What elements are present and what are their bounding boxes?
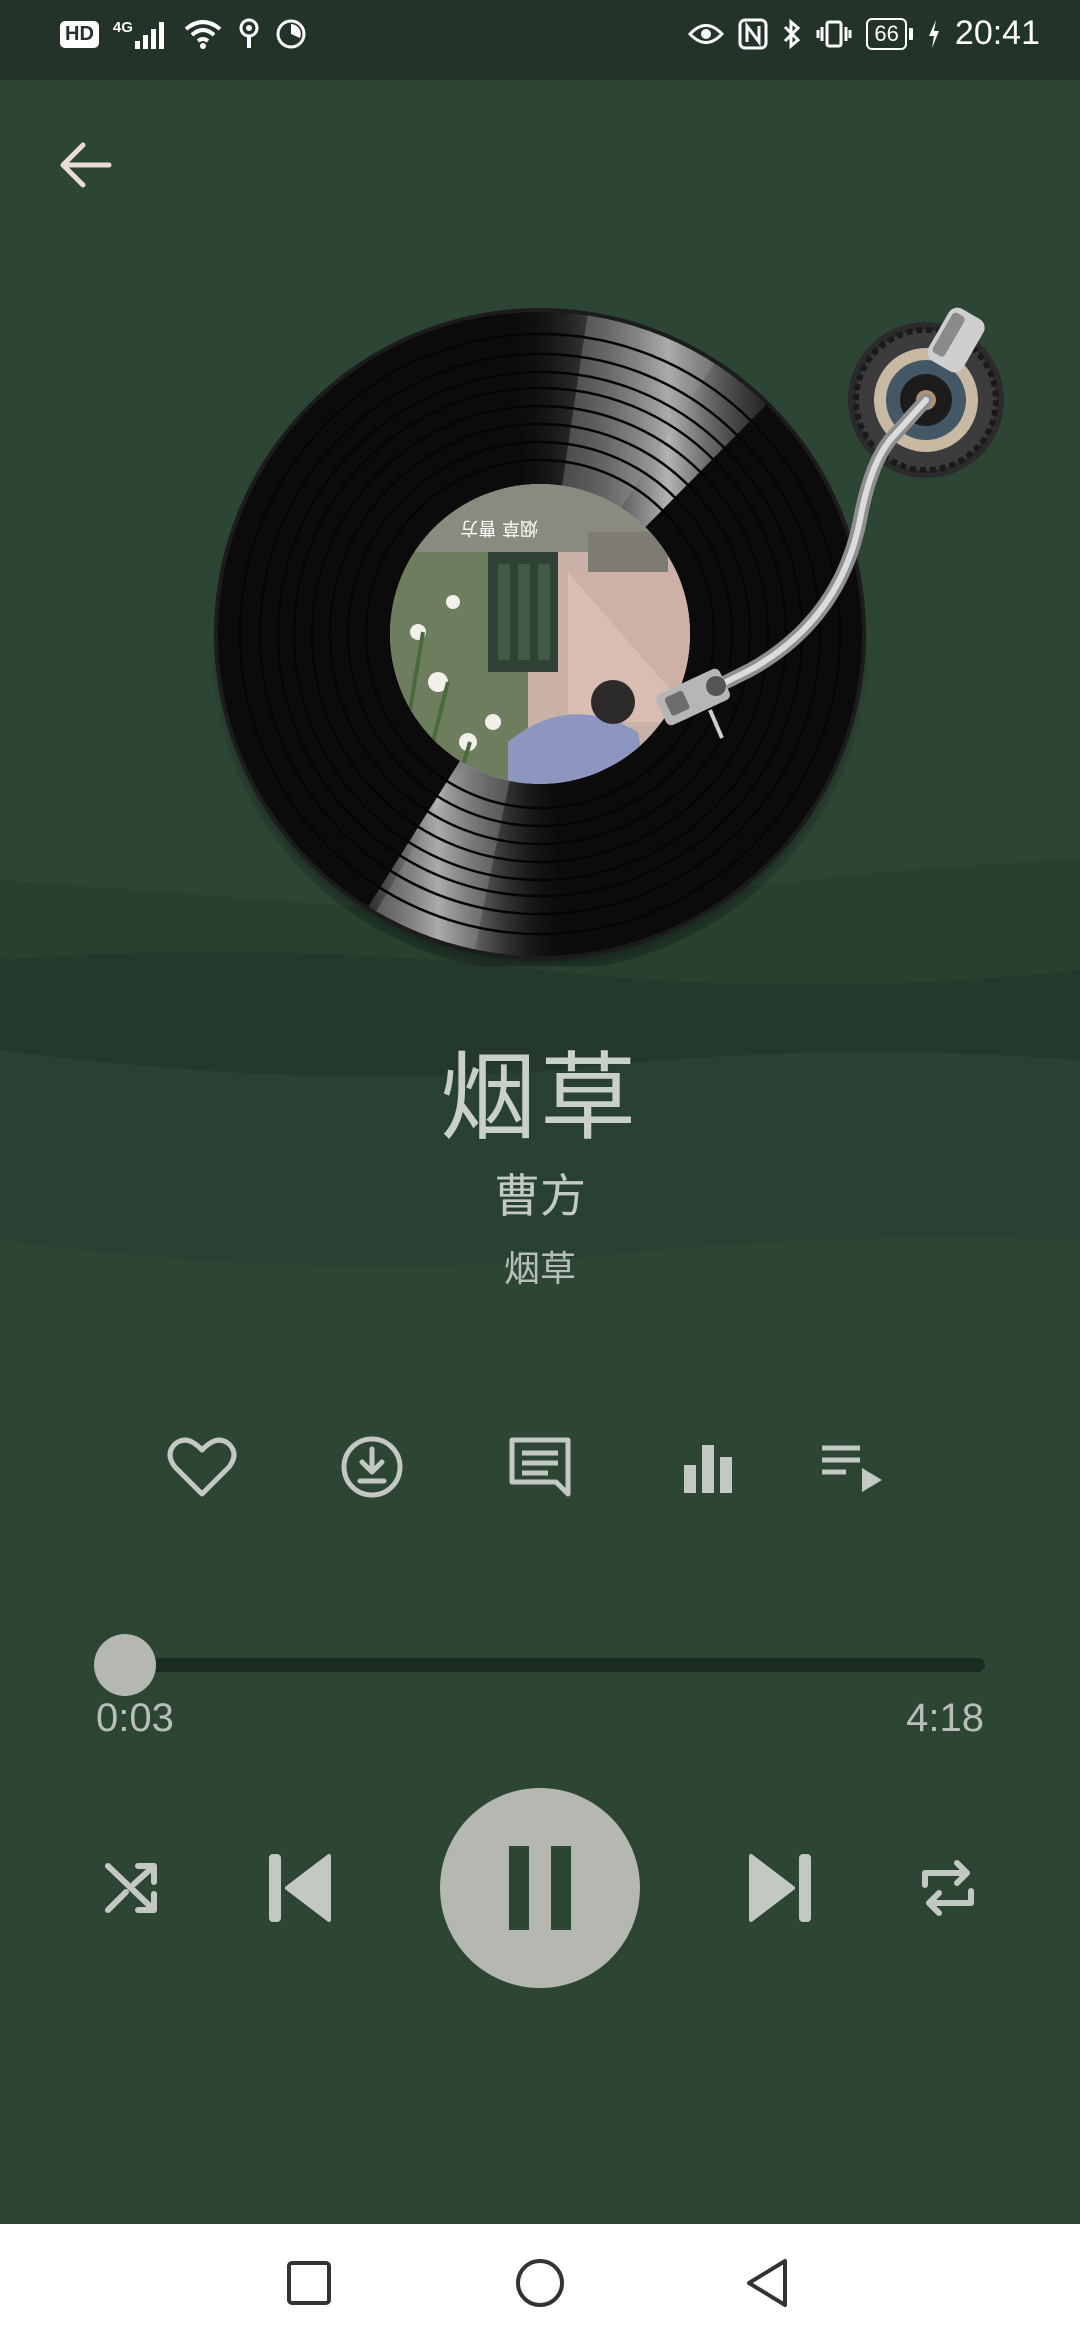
album-cover-text: 烟草 曹方 <box>460 517 538 538</box>
circle-icon <box>516 2259 564 2307</box>
repeat-button[interactable] <box>908 1852 988 1924</box>
wifi-icon <box>184 20 222 49</box>
progress-thumb[interactable] <box>94 1634 157 1696</box>
triangle-back-icon <box>747 2259 787 2307</box>
nfc-icon <box>738 18 768 49</box>
signal-icon: 4G <box>113 19 169 49</box>
nfc-hotspot-icon <box>239 18 259 48</box>
equalizer-button[interactable] <box>668 1432 748 1502</box>
download-icon <box>341 1436 403 1498</box>
song-title: 烟草 <box>440 1042 640 1154</box>
arrow-left-icon <box>60 142 112 188</box>
shuffle-button[interactable] <box>92 1852 172 1924</box>
like-button[interactable] <box>162 1432 242 1502</box>
battery-level: 66 <box>866 17 907 50</box>
back-button[interactable] <box>50 130 120 200</box>
download-button[interactable] <box>332 1432 412 1502</box>
pause-icon <box>509 1846 571 1930</box>
music-player-screen: HD 4G 66 20:41 烟草 曹方 烟草 曹方 烟草 0:03 4:18 <box>0 0 1080 2340</box>
comment-icon <box>509 1437 571 1497</box>
skip-previous-icon <box>269 1854 331 1922</box>
playlist-icon <box>822 1445 882 1492</box>
eye-icon <box>688 23 725 44</box>
next-button[interactable] <box>736 1846 826 1930</box>
network-type-label: 4G <box>112 19 133 36</box>
battery-indicator: 66 <box>866 17 913 50</box>
vibrate-icon <box>816 20 852 47</box>
timer-icon <box>276 19 306 49</box>
home-button[interactable] <box>505 2248 575 2318</box>
pause-button[interactable] <box>440 1788 640 1988</box>
skip-next-icon <box>749 1854 811 1922</box>
status-bar: HD 4G 66 20:41 <box>0 0 1080 80</box>
current-time: 0:03 <box>96 1696 174 1740</box>
status-bar-left: HD 4G <box>60 18 307 50</box>
square-icon <box>287 2261 331 2305</box>
system-navigation-bar <box>0 2224 1080 2340</box>
total-time: 4:18 <box>906 1696 984 1740</box>
back-nav-button[interactable] <box>733 2248 803 2318</box>
previous-button[interactable] <box>254 1846 344 1930</box>
status-bar-right: 66 20:41 <box>688 14 1040 53</box>
playlist-button[interactable] <box>812 1432 892 1502</box>
repeat-icon <box>922 1860 974 1916</box>
heart-icon <box>167 1437 237 1497</box>
charging-icon <box>928 19 939 48</box>
song-artist[interactable]: 曹方 <box>0 1160 1080 1226</box>
progress-bar[interactable] <box>115 1658 985 1672</box>
comment-button[interactable] <box>500 1432 580 1502</box>
recents-button[interactable] <box>274 2248 344 2318</box>
bluetooth-icon <box>784 18 801 49</box>
bar-chart-icon <box>684 1445 732 1493</box>
shuffle-icon <box>105 1863 157 1913</box>
song-album[interactable]: 烟草 <box>0 1240 1080 1292</box>
battery-cap <box>908 27 913 40</box>
clock: 20:41 <box>954 14 1040 52</box>
tonearm <box>656 307 1004 739</box>
hd-badge: HD <box>60 20 99 48</box>
